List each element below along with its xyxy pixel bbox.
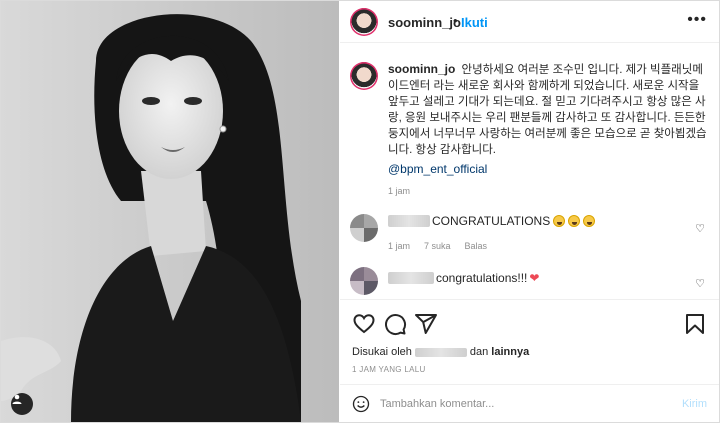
emoji-icon[interactable] xyxy=(352,395,370,413)
blurred-username[interactable] xyxy=(414,347,467,357)
comment-likes[interactable]: 7 suka xyxy=(424,241,451,251)
liked-by-prefix: Disukai oleh xyxy=(352,346,412,358)
comment-time[interactable]: 1 jam xyxy=(388,241,410,251)
tagged-user-button[interactable] xyxy=(11,393,33,415)
crying-face-icon xyxy=(553,215,566,227)
follow-button[interactable]: Ikuti xyxy=(461,15,488,30)
blurred-username[interactable] xyxy=(388,215,430,227)
commenter-avatar[interactable] xyxy=(350,267,378,295)
comment-item: CONGRATULATIONS xyxy=(388,214,596,228)
heart-icon[interactable] xyxy=(352,312,376,336)
caption-text: 안녕하세요 여러분 조수민 입니다. 제가 빅플래닛메이드엔터 라는 새로운 회… xyxy=(388,64,707,156)
user-icon xyxy=(12,394,22,404)
more-options-icon[interactable]: ••• xyxy=(687,11,707,29)
red-heart-icon: ❤ xyxy=(529,271,540,285)
caption-avatar[interactable] xyxy=(350,62,378,90)
separator-dot: • xyxy=(453,13,458,28)
commenter-avatar[interactable] xyxy=(350,214,378,242)
post-comment-button[interactable]: Kirim xyxy=(682,398,707,410)
like-comment-heart-icon[interactable]: ♡ xyxy=(695,277,705,290)
comment-text: congratulations!!! xyxy=(436,271,528,285)
portrait-image xyxy=(1,1,339,422)
like-comment-heart-icon[interactable]: ♡ xyxy=(695,222,705,235)
action-bar xyxy=(340,299,719,347)
comment-icon[interactable] xyxy=(383,312,407,336)
reply-button[interactable]: Balas xyxy=(465,241,488,251)
comment-input[interactable] xyxy=(380,394,660,414)
share-icon[interactable] xyxy=(414,312,438,336)
comment-bar: Kirim xyxy=(340,384,719,422)
post-header: soominn_jo • Ikuti ••• xyxy=(340,1,719,43)
post-side-panel: soominn_jo • Ikuti ••• soominn_jo 안녕하세요 … xyxy=(340,1,719,422)
liked-by: Disukai oleh dan lainnya xyxy=(352,346,529,358)
liked-by-others-link[interactable]: lainnya xyxy=(491,346,529,358)
comment-text: CONGRATULATIONS xyxy=(432,214,551,228)
caption-username[interactable]: soominn_jo xyxy=(388,62,455,76)
blurred-username[interactable] xyxy=(388,272,434,284)
comment-item: congratulations!!! ❤ xyxy=(388,271,539,285)
mention-link[interactable]: @bpm_ent_official xyxy=(388,162,487,176)
liked-by-middle: dan xyxy=(469,346,489,358)
author-username[interactable]: soominn_jo xyxy=(388,15,461,30)
crying-face-icon xyxy=(568,215,581,227)
caption-timestamp[interactable]: 1 jam xyxy=(388,186,410,196)
author-avatar[interactable] xyxy=(350,8,378,36)
bookmark-icon[interactable] xyxy=(683,312,707,336)
post-caption: soominn_jo 안녕하세요 여러분 조수민 입니다. 제가 빅플래닛메이드… xyxy=(388,61,712,158)
comment-meta: 1 jam 7 suka Balas xyxy=(388,241,487,251)
post-timestamp[interactable]: 1 JAM YANG LALU xyxy=(352,365,426,374)
crying-face-icon xyxy=(583,215,596,227)
post-photo[interactable] xyxy=(1,1,339,422)
